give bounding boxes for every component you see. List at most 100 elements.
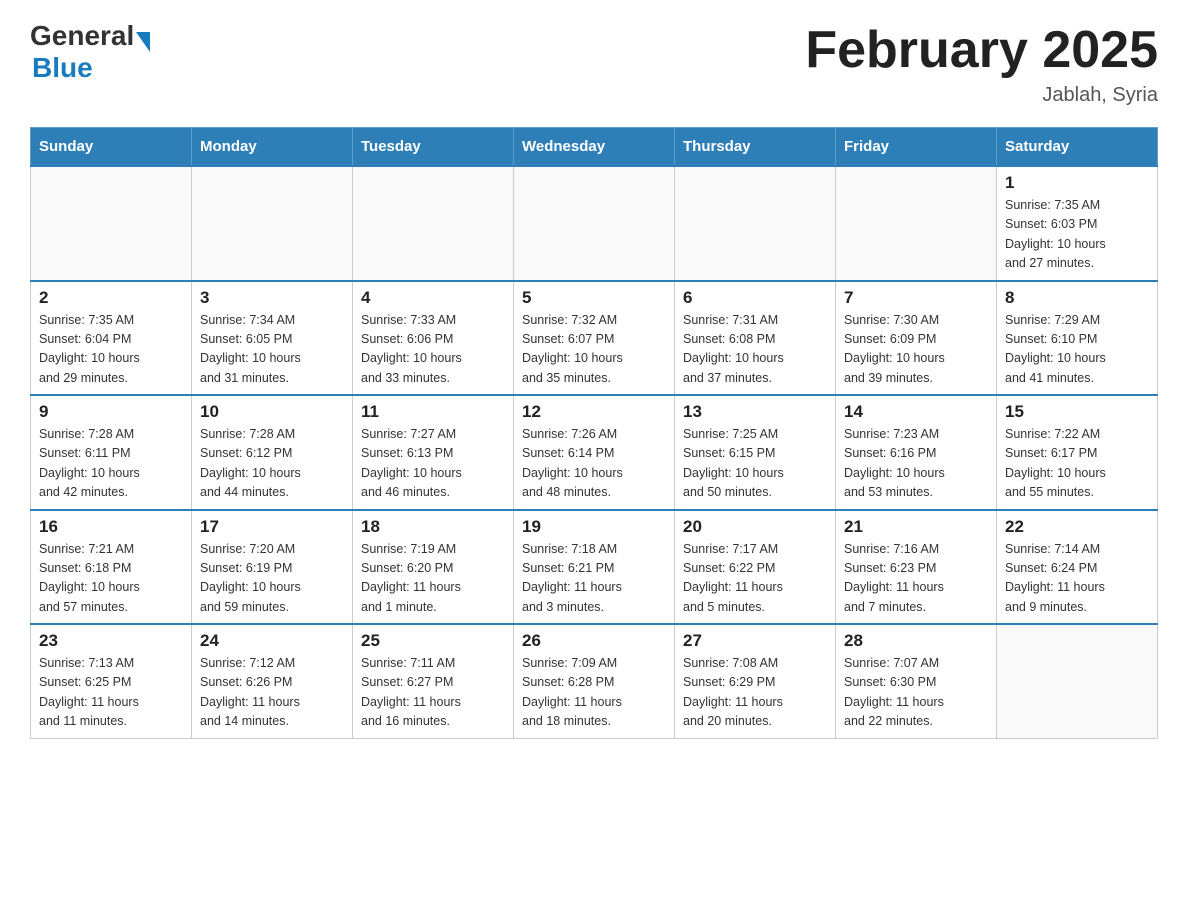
calendar-cell: 10Sunrise: 7:28 AMSunset: 6:12 PMDayligh… xyxy=(192,395,353,510)
calendar-cell: 19 Sunrise: 7:18 AMSunset: 6:21 PMDayligh… xyxy=(514,510,675,625)
day-number: 16 xyxy=(39,517,183,537)
day-number: 9 xyxy=(39,402,183,422)
calendar-cell: 28 Sunrise: 7:07 AMSunset: 6:30 PMDayligh… xyxy=(836,624,997,738)
logo-general-text: General xyxy=(30,20,134,52)
calendar-title: February 2025 xyxy=(805,20,1158,80)
day-info: Sunrise: 7:31 AMSunset: 6:08 PMDaylight:… xyxy=(683,311,827,389)
calendar-cell: 3 Sunrise: 7:34 AMSunset: 6:05 PMDaylight… xyxy=(192,281,353,396)
calendar-cell: 25 Sunrise: 7:11 AMSunset: 6:27 PMDayligh… xyxy=(353,624,514,738)
calendar-cell xyxy=(192,166,353,281)
day-number: 5 xyxy=(522,288,666,308)
day-number: 22 xyxy=(1005,517,1149,537)
day-info: Sunrise: 7:16 AMSunset: 6:23 PMDaylight:… xyxy=(844,540,988,618)
day-info: Sunrise: 7:33 AMSunset: 6:06 PMDaylight:… xyxy=(361,311,505,389)
calendar-subtitle: Jablah, Syria xyxy=(805,84,1158,107)
day-number: 19 xyxy=(522,517,666,537)
day-number: 23 xyxy=(39,631,183,651)
calendar-table: SundayMondayTuesdayWednesdayThursdayFrid… xyxy=(30,127,1158,739)
calendar-cell: 17 Sunrise: 7:20 AMSunset: 6:19 PMDayligh… xyxy=(192,510,353,625)
calendar-cell: 5 Sunrise: 7:32 AMSunset: 6:07 PMDaylight… xyxy=(514,281,675,396)
calendar-cell: 21 Sunrise: 7:16 AMSunset: 6:23 PMDayligh… xyxy=(836,510,997,625)
day-header-saturday: Saturday xyxy=(997,128,1158,167)
day-info: Sunrise: 7:13 AMSunset: 6:25 PMDaylight:… xyxy=(39,654,183,732)
calendar-cell: 7 Sunrise: 7:30 AMSunset: 6:09 PMDaylight… xyxy=(836,281,997,396)
page-header: General Blue February 2025 Jablah, Syria xyxy=(30,20,1158,107)
day-info: Sunrise: 7:09 AMSunset: 6:28 PMDaylight:… xyxy=(522,654,666,732)
calendar-cell: 6 Sunrise: 7:31 AMSunset: 6:08 PMDaylight… xyxy=(675,281,836,396)
calendar-cell: 4 Sunrise: 7:33 AMSunset: 6:06 PMDaylight… xyxy=(353,281,514,396)
day-info: Sunrise: 7:25 AMSunset: 6:15 PMDaylight:… xyxy=(683,425,827,503)
logo-triangle-icon xyxy=(136,32,150,52)
calendar-cell: 8 Sunrise: 7:29 AMSunset: 6:10 PMDaylight… xyxy=(997,281,1158,396)
calendar-cell xyxy=(353,166,514,281)
calendar-cell: 22Sunrise: 7:14 AMSunset: 6:24 PMDayligh… xyxy=(997,510,1158,625)
week-row-3: 9 Sunrise: 7:28 AMSunset: 6:11 PMDaylight… xyxy=(31,395,1158,510)
calendar-cell: 11 Sunrise: 7:27 AMSunset: 6:13 PMDayligh… xyxy=(353,395,514,510)
day-info: Sunrise: 7:23 AMSunset: 6:16 PMDaylight:… xyxy=(844,425,988,503)
day-number: 8 xyxy=(1005,288,1149,308)
day-number: 12 xyxy=(522,402,666,422)
day-header-monday: Monday xyxy=(192,128,353,167)
day-info: Sunrise: 7:34 AMSunset: 6:05 PMDaylight:… xyxy=(200,311,344,389)
calendar-cell: 13 Sunrise: 7:25 AMSunset: 6:15 PMDayligh… xyxy=(675,395,836,510)
calendar-cell: 2Sunrise: 7:35 AMSunset: 6:04 PMDaylight… xyxy=(31,281,192,396)
day-number: 4 xyxy=(361,288,505,308)
calendar-cell xyxy=(675,166,836,281)
day-header-wednesday: Wednesday xyxy=(514,128,675,167)
day-header-friday: Friday xyxy=(836,128,997,167)
day-number: 3 xyxy=(200,288,344,308)
day-number: 11 xyxy=(361,402,505,422)
day-number: 6 xyxy=(683,288,827,308)
day-info: Sunrise: 7:08 AMSunset: 6:29 PMDaylight:… xyxy=(683,654,827,732)
calendar-cell: 14 Sunrise: 7:23 AMSunset: 6:16 PMDayligh… xyxy=(836,395,997,510)
day-number: 7 xyxy=(844,288,988,308)
day-info: Sunrise: 7:30 AMSunset: 6:09 PMDaylight:… xyxy=(844,311,988,389)
week-row-5: 23 Sunrise: 7:13 AMSunset: 6:25 PMDayligh… xyxy=(31,624,1158,738)
day-header-tuesday: Tuesday xyxy=(353,128,514,167)
day-header-thursday: Thursday xyxy=(675,128,836,167)
day-number: 15 xyxy=(1005,402,1149,422)
day-number: 26 xyxy=(522,631,666,651)
day-number: 10 xyxy=(200,402,344,422)
calendar-cell: 1 Sunrise: 7:35 AMSunset: 6:03 PMDaylight… xyxy=(997,166,1158,281)
day-header-sunday: Sunday xyxy=(31,128,192,167)
day-info: Sunrise: 7:35 AMSunset: 6:03 PMDaylight:… xyxy=(1005,196,1149,274)
calendar-cell: 16 Sunrise: 7:21 AMSunset: 6:18 PMDayligh… xyxy=(31,510,192,625)
week-row-4: 16 Sunrise: 7:21 AMSunset: 6:18 PMDayligh… xyxy=(31,510,1158,625)
calendar-cell: 26 Sunrise: 7:09 AMSunset: 6:28 PMDayligh… xyxy=(514,624,675,738)
day-number: 25 xyxy=(361,631,505,651)
calendar-cell xyxy=(997,624,1158,738)
week-row-1: 1 Sunrise: 7:35 AMSunset: 6:03 PMDaylight… xyxy=(31,166,1158,281)
calendar-cell: 12 Sunrise: 7:26 AMSunset: 6:14 PMDayligh… xyxy=(514,395,675,510)
day-number: 13 xyxy=(683,402,827,422)
day-info: Sunrise: 7:07 AMSunset: 6:30 PMDaylight:… xyxy=(844,654,988,732)
day-number: 14 xyxy=(844,402,988,422)
title-area: February 2025 Jablah, Syria xyxy=(805,20,1158,107)
calendar-cell: 27 Sunrise: 7:08 AMSunset: 6:29 PMDayligh… xyxy=(675,624,836,738)
day-number: 27 xyxy=(683,631,827,651)
day-info: Sunrise: 7:28 AMSunset: 6:11 PMDaylight:… xyxy=(39,425,183,503)
day-number: 1 xyxy=(1005,173,1149,193)
day-info: Sunrise: 7:11 AMSunset: 6:27 PMDaylight:… xyxy=(361,654,505,732)
day-number: 24 xyxy=(200,631,344,651)
day-info: Sunrise: 7:22 AMSunset: 6:17 PMDaylight:… xyxy=(1005,425,1149,503)
day-info: Sunrise: 7:27 AMSunset: 6:13 PMDaylight:… xyxy=(361,425,505,503)
day-info: Sunrise: 7:21 AMSunset: 6:18 PMDaylight:… xyxy=(39,540,183,618)
day-info: Sunrise: 7:32 AMSunset: 6:07 PMDaylight:… xyxy=(522,311,666,389)
day-number: 18 xyxy=(361,517,505,537)
calendar-cell: 9 Sunrise: 7:28 AMSunset: 6:11 PMDaylight… xyxy=(31,395,192,510)
calendar-header-row: SundayMondayTuesdayWednesdayThursdayFrid… xyxy=(31,128,1158,167)
day-number: 28 xyxy=(844,631,988,651)
day-number: 2 xyxy=(39,288,183,308)
day-number: 21 xyxy=(844,517,988,537)
calendar-cell: 24Sunrise: 7:12 AMSunset: 6:26 PMDayligh… xyxy=(192,624,353,738)
day-info: Sunrise: 7:18 AMSunset: 6:21 PMDaylight:… xyxy=(522,540,666,618)
day-info: Sunrise: 7:26 AMSunset: 6:14 PMDaylight:… xyxy=(522,425,666,503)
week-row-2: 2Sunrise: 7:35 AMSunset: 6:04 PMDaylight… xyxy=(31,281,1158,396)
calendar-cell: 18Sunrise: 7:19 AMSunset: 6:20 PMDayligh… xyxy=(353,510,514,625)
day-info: Sunrise: 7:29 AMSunset: 6:10 PMDaylight:… xyxy=(1005,311,1149,389)
day-info: Sunrise: 7:20 AMSunset: 6:19 PMDaylight:… xyxy=(200,540,344,618)
calendar-cell: 23 Sunrise: 7:13 AMSunset: 6:25 PMDayligh… xyxy=(31,624,192,738)
logo-blue-text: Blue xyxy=(32,52,150,84)
day-number: 17 xyxy=(200,517,344,537)
